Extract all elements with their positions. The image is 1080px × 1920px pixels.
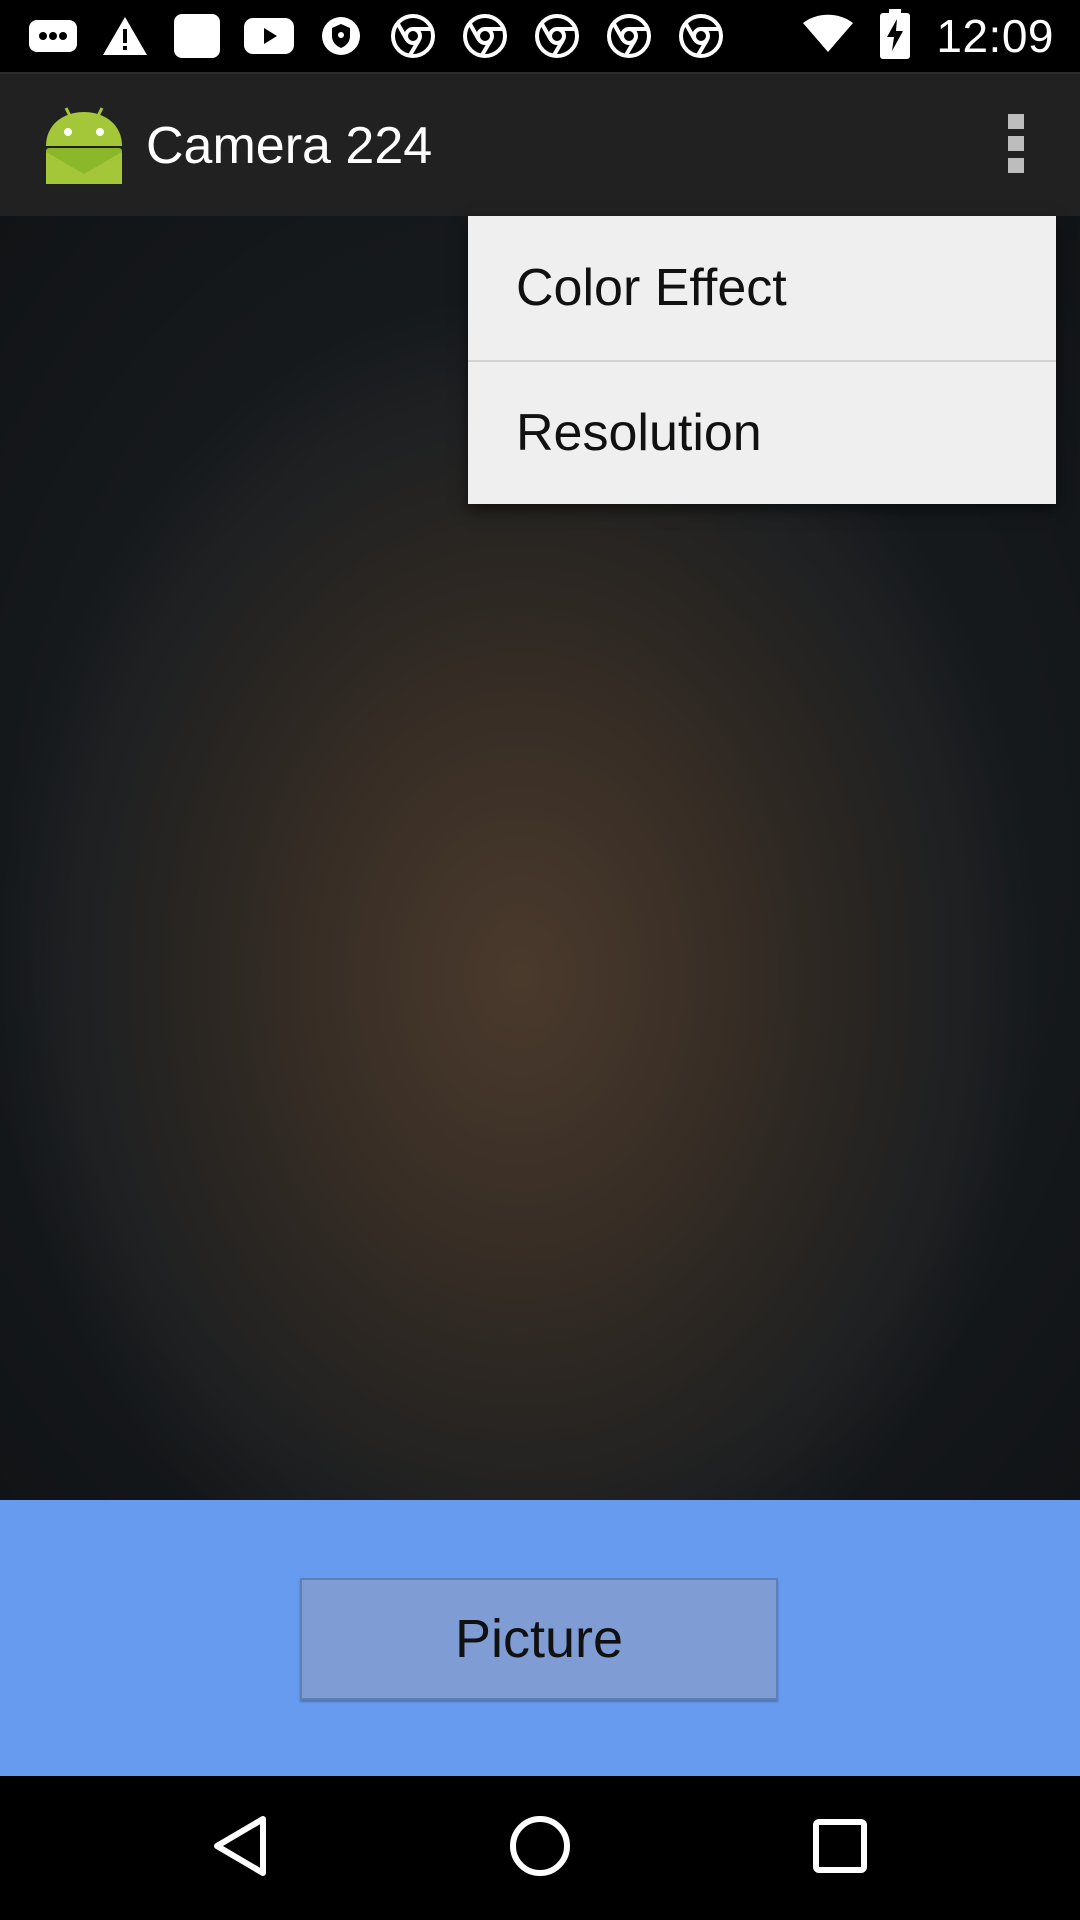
chrome-icon [676,12,726,60]
recents-button[interactable] [804,1812,876,1884]
chrome-icon [604,12,654,60]
back-icon [212,1815,268,1882]
recents-icon [813,1818,867,1878]
status-bar: 12:09 [0,0,1080,72]
battery-charging-icon [880,8,911,64]
overflow-menu: Color Effect Resolution [468,216,1056,504]
more-options-button[interactable] [980,98,1052,194]
menu-item-resolution[interactable]: Resolution [468,360,1056,504]
picture-button-label: Picture [454,1609,624,1669]
status-time: 12:09 [936,10,1054,62]
vpn-shield-icon [316,12,366,60]
menu-item-label: Color Effect [516,259,787,317]
app-title: Camera 224 [146,117,433,175]
bottom-panel: Picture [0,1500,1080,1776]
screen: 12:09 Camera 224 Color Effect Resolution… [0,0,1080,1920]
android-robot-icon [42,102,126,186]
home-button[interactable] [504,1812,576,1884]
youtube-icon [244,12,294,60]
chrome-icon [532,12,582,60]
chrome-icon [460,12,510,60]
blank-notification-icon [172,12,222,60]
chrome-icon [388,12,438,60]
warning-icon [100,12,150,60]
more-notifications-icon [28,12,78,60]
picture-button[interactable]: Picture [300,1578,778,1700]
notification-icons [28,12,726,60]
home-icon [509,1815,571,1882]
wifi-icon [802,14,854,59]
menu-item-color-effect[interactable]: Color Effect [468,216,1056,360]
more-vert-icon [1006,113,1026,179]
menu-item-label: Resolution [516,404,762,462]
back-button[interactable] [204,1812,276,1884]
system-status: 12:09 [802,8,1054,64]
action-bar: Camera 224 [0,72,1080,216]
navigation-bar [0,1776,1080,1920]
